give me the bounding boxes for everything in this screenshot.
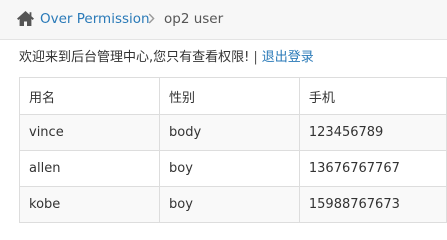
welcome-message: 欢迎来到后台管理中心,您只有查看权限! | 退出登录 — [19, 49, 314, 67]
table-row: vince body 123456789 — [18, 114, 447, 151]
chevron-right-icon — [148, 13, 155, 24]
cell-username: kobe — [18, 186, 161, 223]
column-header-gender: 性别 — [159, 77, 300, 115]
table-header-row: 用名 性别 手机 — [18, 77, 447, 115]
welcome-text: 欢迎来到后台管理中心,您只有查看权限! — [19, 50, 250, 65]
breadcrumb: Over Permission op2 user — [0, 0, 447, 40]
breadcrumb-current: op2 user — [164, 11, 224, 27]
cell-gender: body — [159, 114, 300, 151]
user-table: 用名 性别 手机 vince body 123456789 allen boy … — [18, 77, 447, 223]
cell-gender: boy — [159, 150, 300, 187]
logout-link[interactable]: 退出登录 — [262, 50, 314, 65]
cell-username: allen — [18, 150, 161, 187]
breadcrumb-link-over-permission[interactable]: Over Permission — [40, 10, 150, 28]
divider: | — [253, 50, 258, 65]
table-row: allen boy 13676767767 — [18, 150, 447, 187]
cell-phone: 13676767767 — [298, 150, 447, 187]
cell-phone: 15988767673 — [298, 186, 447, 223]
table-row: kobe boy 15988767673 — [18, 186, 447, 223]
cell-gender: boy — [159, 186, 300, 223]
column-header-phone: 手机 — [298, 77, 447, 115]
cell-username: vince — [18, 114, 161, 151]
cell-phone: 123456789 — [298, 114, 447, 151]
home-icon[interactable] — [16, 10, 35, 27]
column-header-username: 用名 — [18, 77, 161, 115]
